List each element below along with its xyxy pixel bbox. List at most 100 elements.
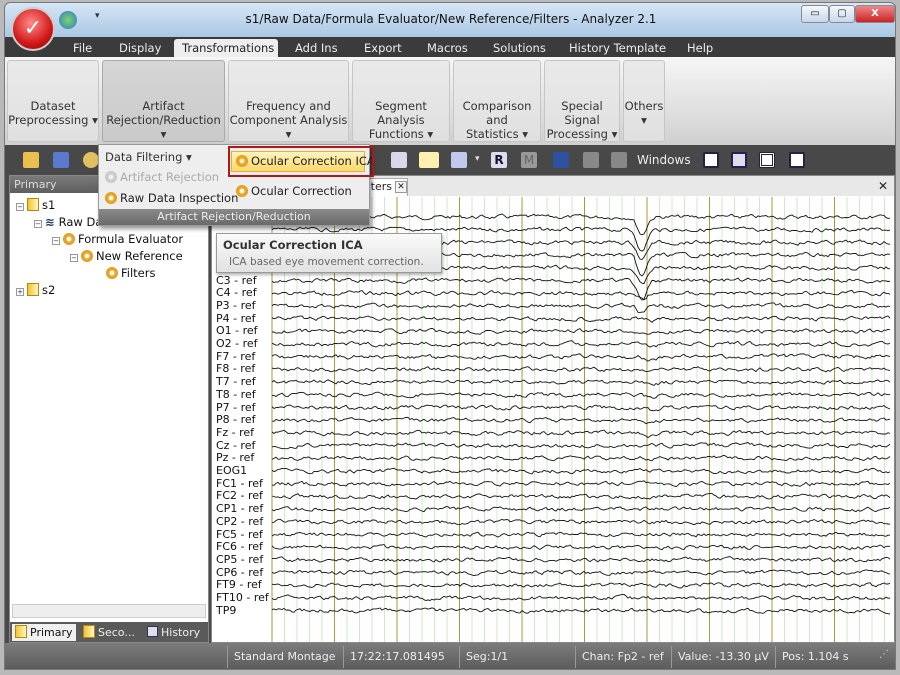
close-pane-icon[interactable]: ✕ [878,179,888,193]
channel-select-icon[interactable] [451,152,467,168]
tab-file[interactable]: File [65,39,100,57]
horizontal-scrollbar[interactable] [12,604,206,618]
ribbon-label: Rejection/Reduction ▾ [106,113,221,141]
m-icon[interactable]: M [521,152,537,168]
close-tab-icon[interactable]: ✕ [395,181,407,193]
collapse-icon[interactable]: − [52,237,60,245]
channel-label[interactable]: T7 - ref [216,375,256,388]
signal-view-icon[interactable] [53,152,69,168]
channel-label[interactable]: P7 - ref [216,401,256,414]
channel-label[interactable]: CP5 - ref [216,553,263,566]
ribbon-artifact-rejection[interactable]: Artifact Rejection/Reduction ▾ [102,60,225,142]
channel-label[interactable]: P8 - ref [216,413,256,426]
book-icon[interactable] [553,152,569,168]
tab-label: Seco... [98,626,135,639]
highlight-box [228,146,374,177]
collapse-icon[interactable]: − [34,220,42,228]
tab-export[interactable]: Export [356,39,410,57]
resize-grip-icon[interactable]: ⋰ [879,649,889,660]
tree-item-filters[interactable]: Filters [106,266,155,280]
overlay-icon[interactable] [391,152,407,168]
marker-icon[interactable] [419,152,439,168]
tab-macros[interactable]: Macros [419,39,476,57]
tab-secondary[interactable]: Seco... [80,624,138,641]
status-position: Pos: 1.104 s [775,646,875,668]
channel-label[interactable]: CP2 - ref [216,515,263,528]
channel-label[interactable]: FC5 - ref [216,528,263,541]
gear-icon [236,185,248,197]
new-window-icon[interactable] [703,152,719,168]
status-segment: Seg:1/1 [459,646,575,668]
channel-label[interactable]: FC6 - ref [216,540,263,553]
tab-solutions[interactable]: Solutions [485,39,554,57]
tab-help[interactable]: Help [679,39,721,57]
minimize-button[interactable]: ▭ [801,5,829,23]
r-icon[interactable]: R [491,152,507,168]
channel-label[interactable]: P4 - ref [216,312,256,325]
ribbon-segment-analysis[interactable]: Segment Analysis Functions ▾ [352,60,450,142]
menu-item-raw-data-inspection[interactable]: Raw Data Inspection [105,191,238,205]
tree-item-s2[interactable]: + s2 [16,283,55,297]
ribbon-dataset-preprocessing[interactable]: Dataset Preprocessing ▾ [7,60,99,142]
channel-label[interactable]: TP9 [216,604,236,617]
channel-label[interactable]: O1 - ref [216,324,258,337]
tree-item-formula-evaluator[interactable]: − Formula Evaluator [52,232,183,246]
dropdown-arrow-icon[interactable]: ▾ [475,154,480,164]
tooltip-description: ICA based eye movement correction. [229,256,424,268]
tab-add-ins[interactable]: Add Ins [287,39,346,57]
zoom-icon[interactable] [83,152,99,168]
tooltip-title: Ocular Correction ICA [223,238,363,252]
tree-label: New Reference [96,249,183,263]
channel-label[interactable]: FT9 - ref [216,578,262,591]
channel-label[interactable]: FC1 - ref [216,477,263,490]
app-window: ▾ s1/Raw Data/Formula Evaluator/New Refe… [4,2,896,670]
open-icon[interactable] [23,152,39,168]
channel-label[interactable]: C4 - ref [216,286,257,299]
maximize-button[interactable]: ▢ [829,5,855,23]
channel-label[interactable]: O2 - ref [216,337,258,350]
menu-item-ocular-correction[interactable]: Ocular Correction [236,184,352,198]
close-button[interactable]: X [855,5,895,23]
channel-label[interactable]: EOG1 [216,464,247,477]
collapse-icon[interactable]: − [70,254,78,262]
channel-label[interactable]: FT10 - ref [216,591,269,604]
folder-icon [27,283,39,296]
tile-horizontal-icon[interactable] [759,152,775,168]
cascade-icon[interactable] [731,152,747,168]
channel-label[interactable]: C3 - ref [216,274,257,287]
folder-icon [15,625,27,638]
panel-tabs: Primary Seco... History [10,622,208,642]
ribbon-others[interactable]: Others ▾ [623,60,665,142]
channel-label[interactable]: F8 - ref [216,362,255,375]
expand-icon[interactable]: + [16,288,24,296]
status-bar: Standard Montage 17:22:17.081495 Seg:1/1… [5,643,895,669]
channel-label[interactable]: T8 - ref [216,388,256,401]
tab-history[interactable]: History [144,624,203,641]
ribbon-special-signal[interactable]: Special Signal Processing ▾ [544,60,620,142]
tab-transformations[interactable]: Transformations [174,39,278,57]
channel-label[interactable]: Fz - ref [216,426,254,439]
tab-display[interactable]: Display [111,39,169,57]
collapse-icon[interactable]: − [16,203,24,211]
tile-vertical-icon[interactable] [789,152,805,168]
menu-group-footer: Artifact Rejection/Reduction [99,209,369,225]
tab-history-template[interactable]: History Template [561,39,674,57]
channel-label[interactable]: F7 - ref [216,350,255,363]
channel-label[interactable]: FC2 - ref [216,489,263,502]
app-orb-button[interactable]: ✓ [11,7,55,51]
channel-label[interactable]: CP1 - ref [216,502,263,515]
channel-label[interactable]: Pz - ref [216,451,254,464]
tree-item-s1[interactable]: − s1 [16,198,55,212]
tree-item-new-reference[interactable]: − New Reference [70,249,183,263]
menu-item-data-filtering[interactable]: Data Filtering ▾ [105,150,192,164]
channel-label[interactable]: CP6 - ref [216,566,263,579]
status-value: Value: -13.30 µV [671,646,775,668]
title-bar: ▾ s1/Raw Data/Formula Evaluator/New Refe… [5,3,895,37]
channel-label[interactable]: P3 - ref [216,299,256,312]
ribbon-comparison-statistics[interactable]: Comparison and Statistics ▾ [453,60,541,142]
menu-bar: File Display Transformations Add Ins Exp… [5,37,895,57]
ribbon-frequency-component[interactable]: Frequency and Component Analysis ▾ [228,60,349,142]
ribbon-label: Statistics ▾ [466,127,528,141]
tab-primary[interactable]: Primary [12,624,76,641]
channel-label[interactable]: Cz - ref [216,439,255,452]
